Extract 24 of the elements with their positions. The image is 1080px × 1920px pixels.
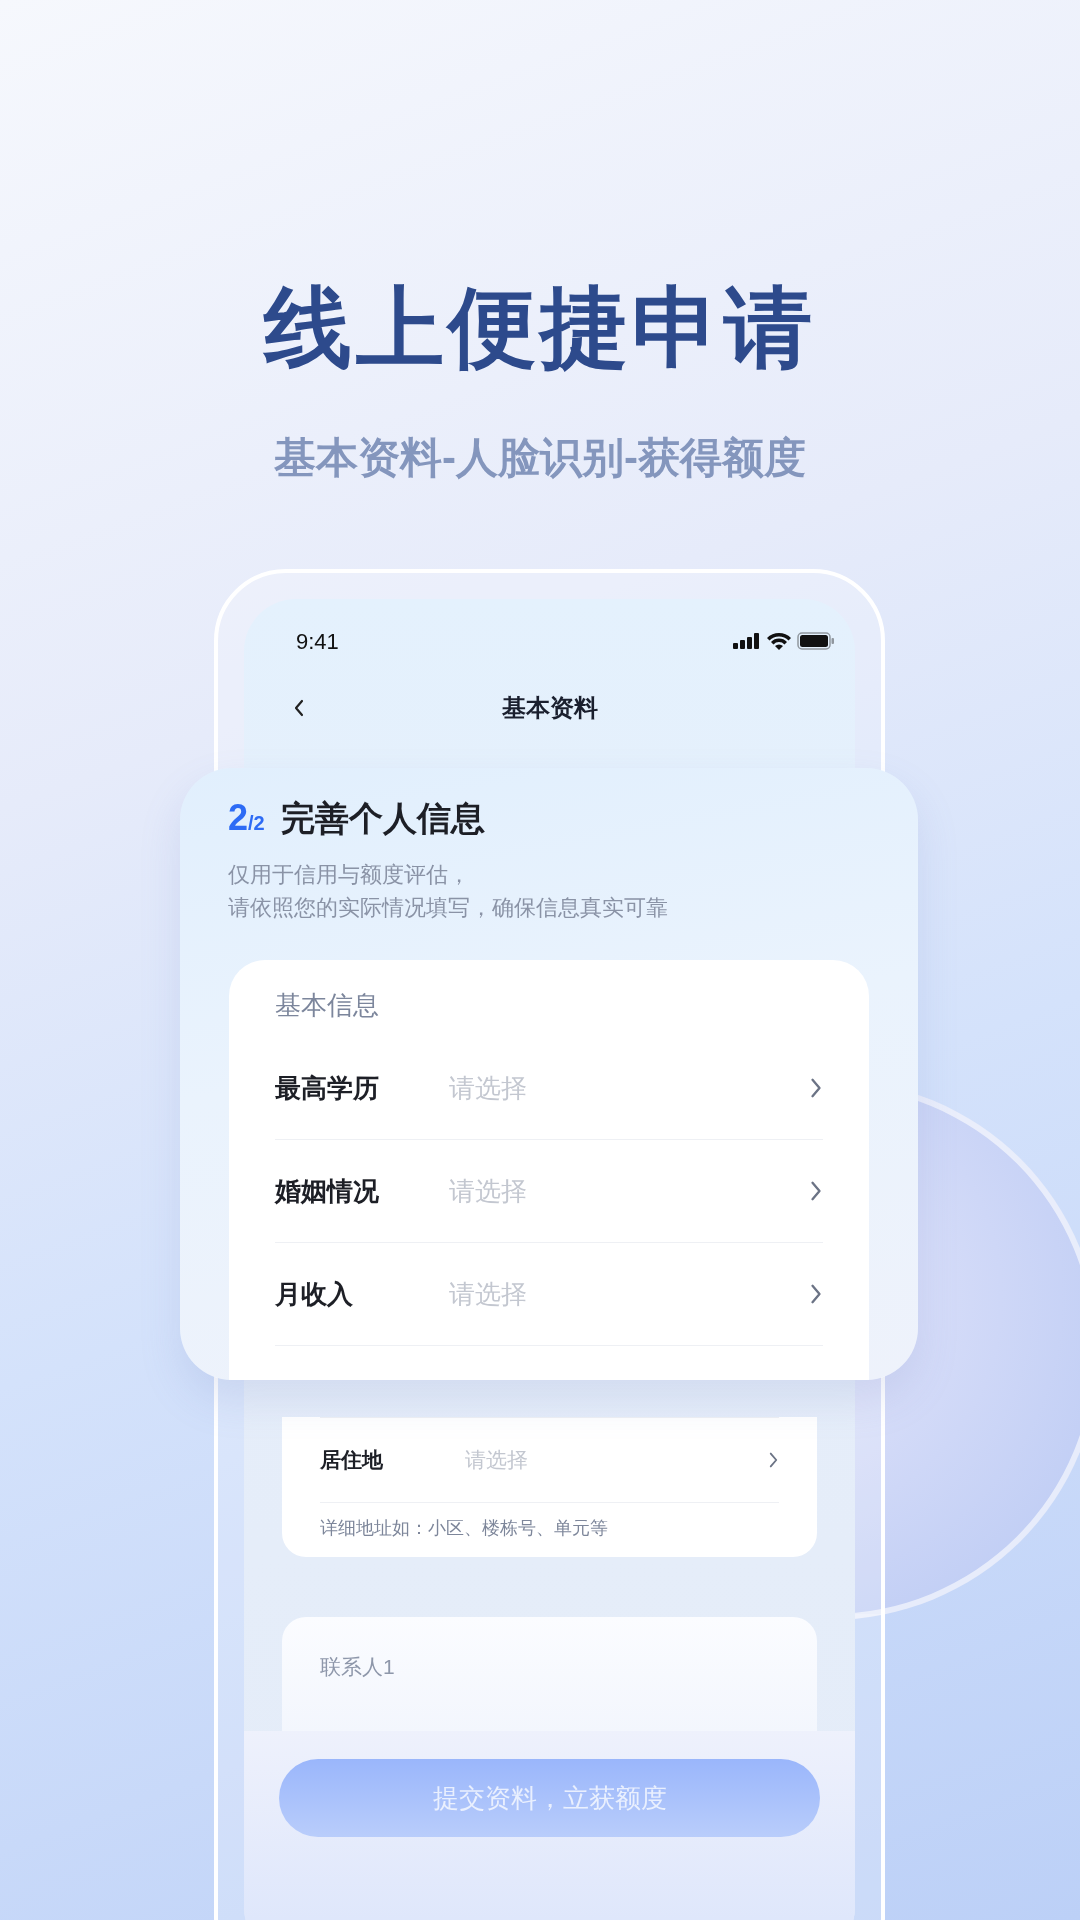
signal-icon bbox=[733, 633, 761, 649]
page-title: 基本资料 bbox=[501, 693, 598, 723]
card-title: 完善个人信息 bbox=[280, 798, 485, 838]
status-time: 9:41 bbox=[296, 627, 339, 656]
description-line: 仅用于信用与额度评估， bbox=[228, 861, 470, 889]
headline: 线上便捷申请 bbox=[264, 277, 816, 379]
chevron-icon bbox=[809, 1076, 823, 1100]
chevron-icon bbox=[768, 1450, 779, 1470]
select-row[interactable]: 月收入 请选择 bbox=[275, 1243, 823, 1346]
step-current: 2 bbox=[228, 798, 249, 838]
step-total: /2 bbox=[248, 812, 265, 836]
battery-icon bbox=[797, 632, 835, 650]
contact-title: 联系人1 bbox=[320, 1655, 395, 1678]
section-title: 基本信息 bbox=[275, 990, 379, 1020]
back-icon bbox=[293, 698, 305, 718]
select-row[interactable]: 最高学历 请选择 bbox=[275, 1037, 823, 1140]
wifi-icon bbox=[767, 632, 791, 650]
select-row[interactable]: 婚姻情况 请选择 bbox=[275, 1140, 823, 1243]
chevron-icon bbox=[809, 1282, 823, 1306]
subtitle: 基本资料-人脸识别-获得额度 bbox=[274, 433, 806, 483]
select-row[interactable]: 居住地 请选择 bbox=[320, 1417, 779, 1502]
chevron-icon bbox=[809, 1179, 823, 1203]
address-hint: 详细地址如：小区、楼栋号、单元等 bbox=[320, 1518, 608, 1538]
description-line: 请依照您的实际情况填写，确保信息真实可靠 bbox=[228, 894, 668, 922]
